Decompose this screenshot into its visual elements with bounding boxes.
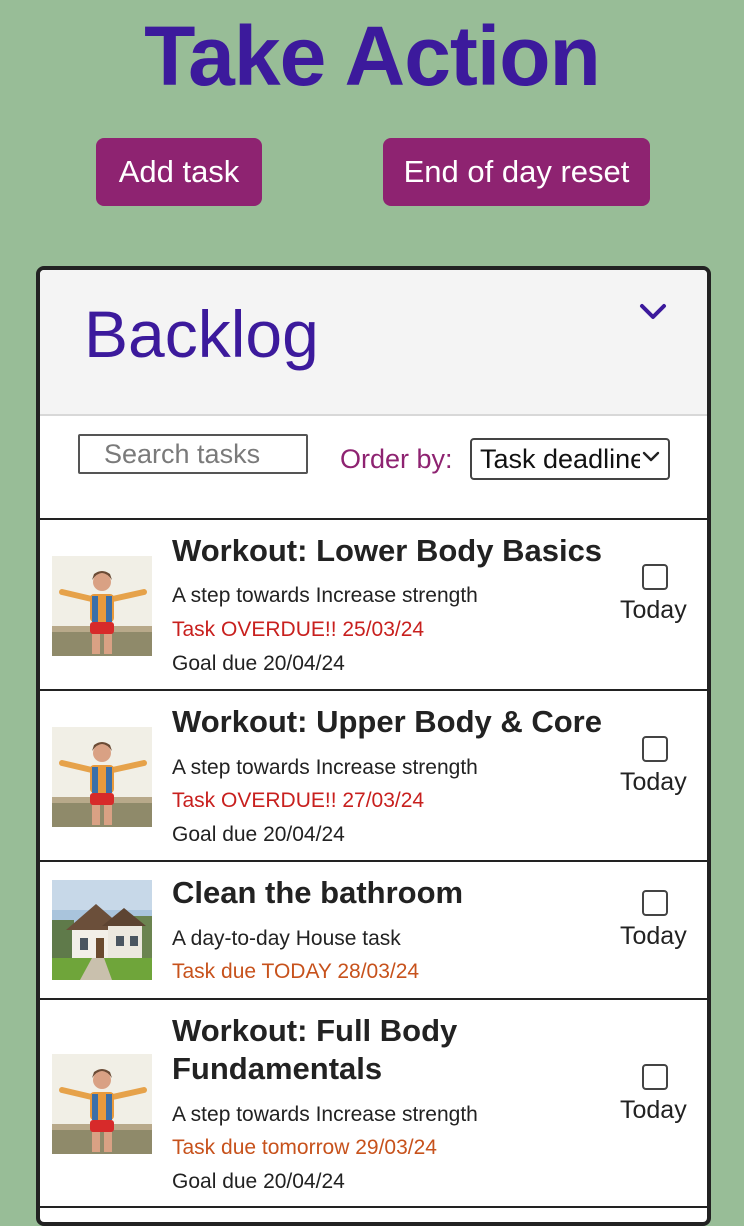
today-label: Today <box>620 1096 687 1124</box>
task-status: Task OVERDUE!! 25/03/24 <box>172 618 425 641</box>
task-row[interactable]: Workout: Lower Body Basics A step toward… <box>40 518 707 689</box>
page-title: Take Action <box>144 9 601 103</box>
task-row[interactable]: Workout: Full Body Fundamentals A step t… <box>40 998 707 1208</box>
goal-due: Goal due 20/04/24 <box>172 652 345 675</box>
end-of-day-reset-button[interactable]: End of day reset <box>383 138 650 206</box>
task-thumbnail <box>52 556 152 656</box>
task-status: Task due tomorrow 29/03/24 <box>172 1136 437 1159</box>
task-thumbnail <box>52 727 152 827</box>
task-title: Clean the bathroom <box>172 875 464 910</box>
today-label: Today <box>620 596 687 624</box>
today-checkbox[interactable] <box>642 736 668 762</box>
today-label: Today <box>620 768 687 796</box>
task-subtitle: A step towards Increase strength <box>172 756 478 779</box>
task-title: Workout: Lower Body Basics <box>172 533 603 568</box>
goal-due: Goal due 20/04/24 <box>172 1170 345 1193</box>
task-title: Workout: Full Body Fundamentals <box>172 1013 458 1086</box>
person-photo-icon <box>52 556 152 656</box>
task-subtitle: A day-to-day House task <box>172 927 401 950</box>
task-thumbnail <box>52 880 152 980</box>
task-thumbnail <box>52 1054 152 1154</box>
order-by-label: Order by: <box>340 444 453 474</box>
person-photo-icon <box>52 1054 152 1154</box>
order-by-select[interactable]: Task deadline <box>470 438 670 480</box>
task-row[interactable]: Workout: Upper Body & Core A step toward… <box>40 689 707 860</box>
add-task-button[interactable]: Add task <box>96 138 262 206</box>
task-subtitle: A step towards Increase strength <box>172 1103 478 1126</box>
task-title: Workout: Upper Body & Core <box>172 704 602 739</box>
backlog-title: Backlog <box>84 297 319 371</box>
house-photo-icon <box>52 880 152 980</box>
today-label: Today <box>620 922 687 950</box>
backlog-header[interactable]: Backlog <box>40 270 707 416</box>
task-list: Workout: Lower Body Basics A step toward… <box>40 518 707 1208</box>
goal-due: Goal due 20/04/24 <box>172 823 345 846</box>
today-checkbox[interactable] <box>642 890 668 916</box>
chevron-down-icon[interactable] <box>638 300 668 324</box>
order-by-value: Task deadline <box>480 443 640 474</box>
today-checkbox[interactable] <box>642 1064 668 1090</box>
search-input[interactable] <box>78 434 308 474</box>
today-checkbox[interactable] <box>642 564 668 590</box>
task-row[interactable]: Clean the bathroom A day-to-day House ta… <box>40 860 707 998</box>
person-photo-icon <box>52 727 152 827</box>
backlog-panel: Backlog Order by: Task deadline <box>36 266 711 1226</box>
task-status: Task due TODAY 28/03/24 <box>172 960 420 983</box>
chevron-down-icon <box>642 451 660 462</box>
task-status: Task OVERDUE!! 27/03/24 <box>172 789 425 812</box>
task-subtitle: A step towards Increase strength <box>172 584 478 607</box>
